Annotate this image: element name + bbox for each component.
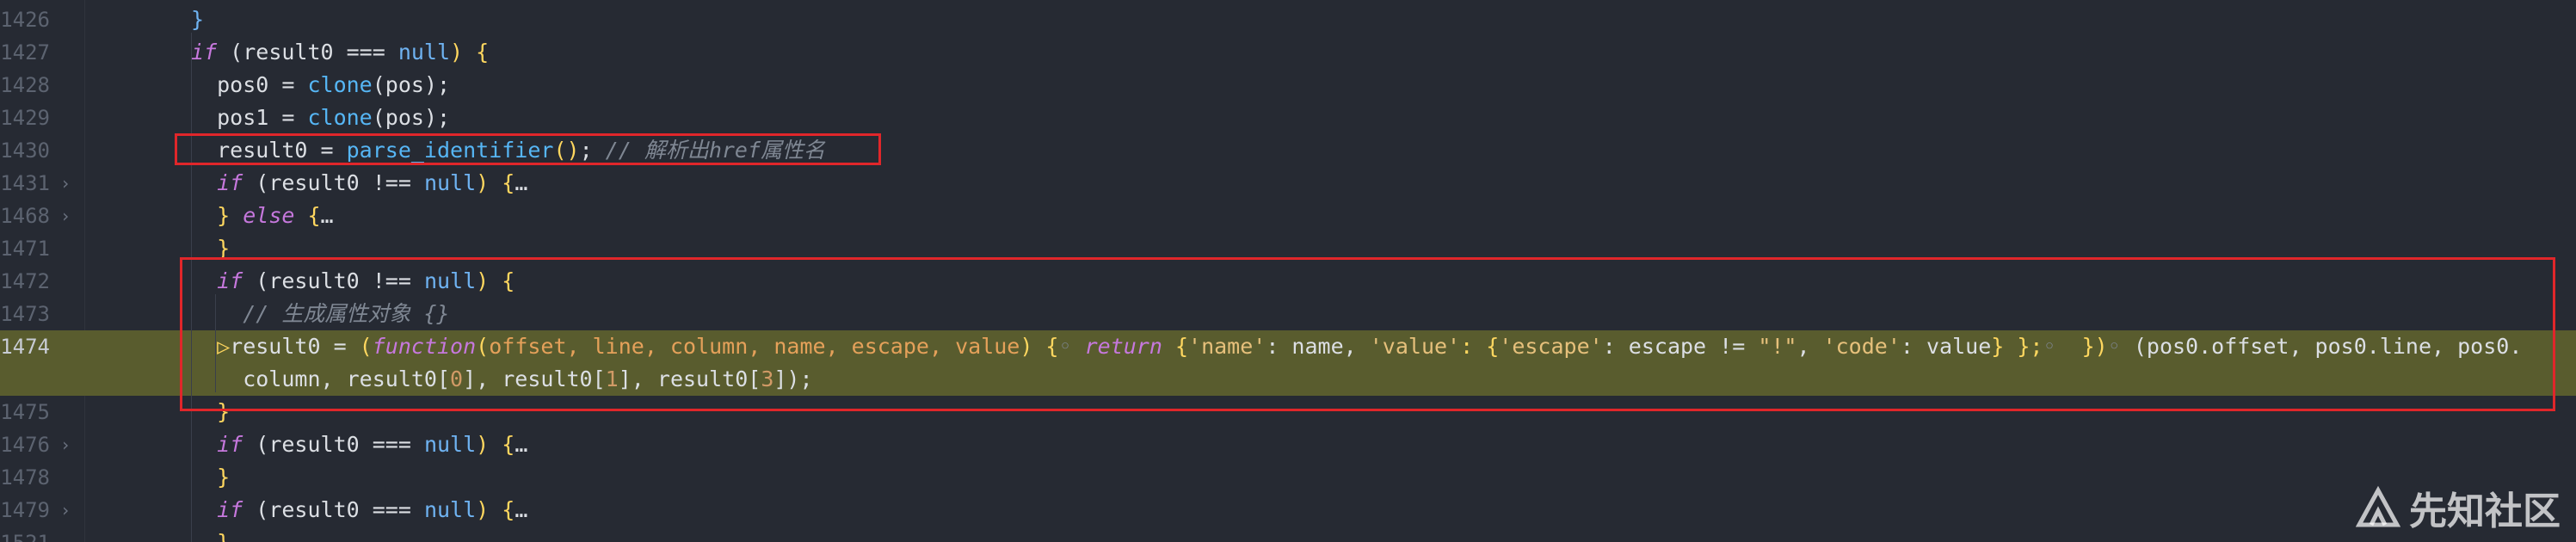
code-token: clone — [307, 72, 373, 97]
code-line[interactable]: 1479 › if (result0 === null) {… — [0, 494, 2576, 527]
code-token: (result0 !== — [243, 170, 424, 195]
code-text[interactable]: } — [191, 527, 230, 542]
code-token: … — [515, 497, 528, 522]
line-number: 1475 — [0, 400, 50, 424]
code-token: } — [191, 7, 205, 32]
code-line[interactable]: 1521 } — [0, 527, 2576, 542]
code-token: (result0 === — [217, 40, 398, 65]
line-number: 1431 — [0, 171, 50, 195]
line-number: 1429 — [0, 106, 50, 130]
fold-chevron-icon[interactable]: › — [60, 200, 71, 232]
code-line[interactable]: 1478 } — [0, 461, 2576, 494]
code-token: { — [294, 203, 321, 228]
code-line[interactable]: 1426} — [0, 3, 2576, 36]
line-number: 1427 — [0, 40, 50, 65]
code-token: ) { — [476, 497, 515, 522]
code-text[interactable]: pos0 = clone(pos); — [191, 69, 450, 102]
watermark-text: 先知社区 — [2409, 490, 2561, 533]
line-number: 1478 — [0, 465, 50, 490]
highlight-box-attribute-object — [180, 257, 2555, 411]
line-number: 1426 — [0, 8, 50, 32]
line-number: 1521 — [0, 527, 50, 542]
code-text[interactable]: if (result0 === null) {… — [191, 428, 527, 461]
code-token: } — [191, 530, 230, 542]
line-number: 1430 — [0, 139, 50, 163]
code-token: null — [423, 497, 477, 522]
code-token: if — [217, 170, 243, 195]
code-token: null — [423, 432, 477, 457]
line-number: 1472 — [0, 269, 50, 293]
code-token: … — [515, 432, 528, 457]
fold-chevron-icon[interactable]: › — [60, 428, 71, 461]
code-editor[interactable]: 1426} 1427 if (result0 === null) {1428 pos… — [0, 0, 2576, 542]
line-number: 1468 — [0, 204, 50, 228]
code-text[interactable]: } — [191, 3, 204, 36]
code-token: } — [191, 465, 231, 490]
code-token: pos0 = — [191, 72, 308, 97]
code-token: } — [191, 203, 243, 228]
code-line[interactable]: 1429 pos1 = clone(pos); — [0, 102, 2576, 134]
code-line[interactable]: 1476 › if (result0 === null) {… — [0, 428, 2576, 461]
code-text[interactable]: if (result0 === null) { — [191, 36, 489, 69]
watermark: 先知社区 — [2356, 480, 2561, 535]
code-token: ) { — [476, 170, 515, 195]
code-text[interactable]: pos1 = clone(pos); — [191, 102, 450, 134]
line-number: 1428 — [0, 73, 50, 97]
code-token: ) { — [450, 40, 490, 65]
code-token: ) { — [476, 432, 515, 457]
code-token: if — [217, 432, 243, 457]
code-token: (pos); — [372, 105, 451, 130]
code-line[interactable]: 1427 if (result0 === null) { — [0, 36, 2576, 69]
highlight-box-parse-identifier — [175, 133, 881, 165]
line-number: 1474 — [0, 335, 50, 359]
code-token: null — [423, 170, 477, 195]
line-number: 1476 — [0, 433, 50, 457]
code-token: clone — [307, 105, 373, 130]
code-token: if — [191, 40, 218, 65]
code-line[interactable]: 1431 › if (result0 !== null) {… — [0, 167, 2576, 200]
code-token: null — [397, 40, 451, 65]
line-number: 1479 — [0, 498, 50, 522]
code-text[interactable]: if (result0 === null) {… — [191, 494, 527, 527]
fold-chevron-icon[interactable]: › — [60, 167, 71, 200]
line-number: 1471 — [0, 237, 50, 261]
fold-chevron-icon[interactable]: › — [60, 494, 71, 527]
code-token: … — [515, 170, 528, 195]
code-token: (pos); — [372, 72, 451, 97]
code-token: (result0 === — [243, 497, 424, 522]
logo-icon — [2356, 485, 2400, 527]
code-line[interactable]: 1428 pos0 = clone(pos); — [0, 69, 2576, 102]
line-number: 1473 — [0, 302, 50, 326]
code-text[interactable]: if (result0 !== null) {… — [191, 167, 527, 200]
code-token: (result0 === — [243, 432, 424, 457]
code-token: else — [243, 203, 295, 228]
code-token: if — [217, 497, 243, 522]
code-text[interactable]: } — [191, 461, 230, 494]
code-line[interactable]: 1468 › } else {… — [0, 200, 2576, 232]
code-token: pos1 = — [191, 105, 308, 130]
code-text[interactable]: } else {… — [191, 200, 334, 232]
code-token: … — [320, 203, 334, 228]
